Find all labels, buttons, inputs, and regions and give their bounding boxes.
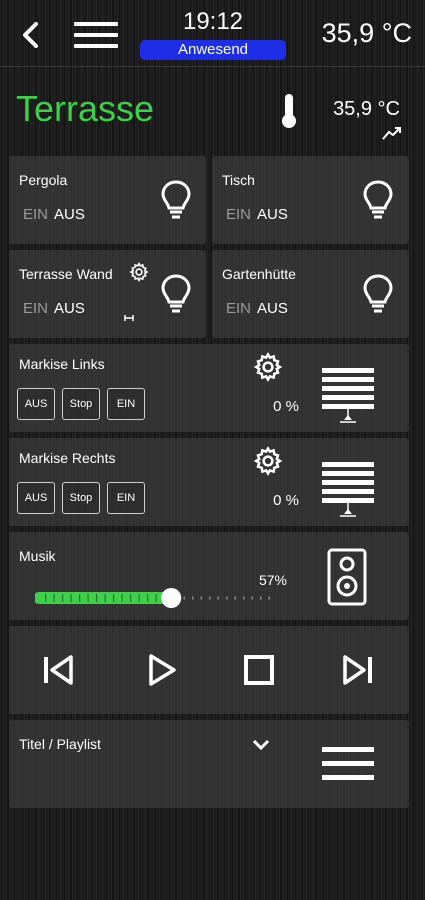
music-label: Musik [19, 548, 56, 564]
transport-tile [9, 626, 409, 714]
awning-stop-button[interactable]: Stop [62, 388, 100, 420]
light-label: Tisch [222, 172, 255, 188]
menu-icon-bar [74, 33, 118, 37]
volume-slider[interactable] [35, 586, 275, 610]
toggle-off-label[interactable]: AUS [257, 300, 288, 317]
gear-icon[interactable] [253, 446, 283, 476]
light-label: Pergola [19, 172, 68, 188]
awning-label: Markise Rechts [19, 450, 116, 466]
light-tile-tisch: Tisch EIN AUS [212, 156, 409, 244]
list-icon[interactable] [321, 744, 375, 784]
blinds-icon[interactable] [320, 366, 376, 424]
light-label: Terrasse Wand [19, 266, 113, 282]
menu-icon-bar [74, 44, 118, 48]
stop-icon[interactable] [241, 652, 277, 688]
day-night-icon [124, 313, 144, 323]
light-tile-terrasse-wand: Terrasse Wand EIN AUS [9, 250, 206, 338]
toggle-on-label[interactable]: EIN [23, 206, 48, 223]
awning-on-button[interactable]: EIN [107, 388, 145, 420]
presence-badge[interactable]: Anwesend [140, 40, 286, 60]
back-button[interactable] [14, 18, 48, 52]
light-tile-pergola: Pergola EIN AUS [9, 156, 206, 244]
skip-next-icon[interactable] [339, 652, 375, 688]
trend-icon[interactable] [382, 126, 402, 140]
thermometer-icon [282, 94, 296, 128]
light-tile-gartenhuette: Gartenhütte EIN AUS [212, 250, 409, 338]
room-temperature: 35,9 °C [333, 98, 400, 120]
blinds-icon[interactable] [320, 460, 376, 518]
gear-icon[interactable] [253, 352, 283, 382]
toggle-off-label[interactable]: AUS [54, 206, 85, 223]
toggle-on-label[interactable]: EIN [23, 300, 48, 317]
play-icon[interactable] [143, 652, 179, 688]
awning-tile-links: Markise Links AUS Stop EIN 0 % [9, 344, 409, 432]
playlist-label: Titel / Playlist [19, 736, 101, 752]
menu-icon-bar [74, 22, 118, 26]
bulb-icon[interactable] [363, 274, 393, 314]
light-toggle[interactable]: EIN AUS [23, 300, 85, 317]
awning-stop-button[interactable]: Stop [62, 482, 100, 514]
outdoor-temperature: 35,9 °C [321, 18, 412, 48]
awning-position: 0 % [273, 492, 299, 509]
awning-on-button[interactable]: EIN [107, 482, 145, 514]
header-divider [0, 66, 425, 67]
gear-icon[interactable] [129, 262, 149, 282]
clock: 19:12 [182, 8, 244, 35]
light-toggle[interactable]: EIN AUS [226, 206, 288, 223]
chevron-down-icon[interactable] [251, 738, 271, 752]
light-toggle[interactable]: EIN AUS [226, 300, 288, 317]
awning-position: 0 % [273, 398, 299, 415]
music-tile: Musik 57% [9, 532, 409, 620]
bulb-icon[interactable] [161, 180, 191, 220]
toggle-on-label[interactable]: EIN [226, 206, 251, 223]
bulb-icon[interactable] [161, 274, 191, 314]
back-icon [23, 22, 38, 48]
room-title: Terrasse [16, 88, 155, 129]
awning-off-button[interactable]: AUS [17, 388, 55, 420]
toggle-on-label[interactable]: EIN [226, 300, 251, 317]
menu-button[interactable] [74, 18, 118, 52]
toggle-off-label[interactable]: AUS [257, 206, 288, 223]
awning-off-button[interactable]: AUS [17, 482, 55, 514]
skip-previous-icon[interactable] [41, 652, 77, 688]
light-toggle[interactable]: EIN AUS [23, 206, 85, 223]
playlist-tile: Titel / Playlist [9, 720, 409, 808]
speaker-icon[interactable] [327, 548, 367, 606]
toggle-off-label[interactable]: AUS [54, 300, 85, 317]
awning-label: Markise Links [19, 356, 105, 372]
awning-tile-rechts: Markise Rechts AUS Stop EIN 0 % [9, 438, 409, 526]
volume-knob [161, 588, 182, 608]
bulb-icon[interactable] [363, 180, 393, 220]
light-label: Gartenhütte [222, 266, 296, 282]
